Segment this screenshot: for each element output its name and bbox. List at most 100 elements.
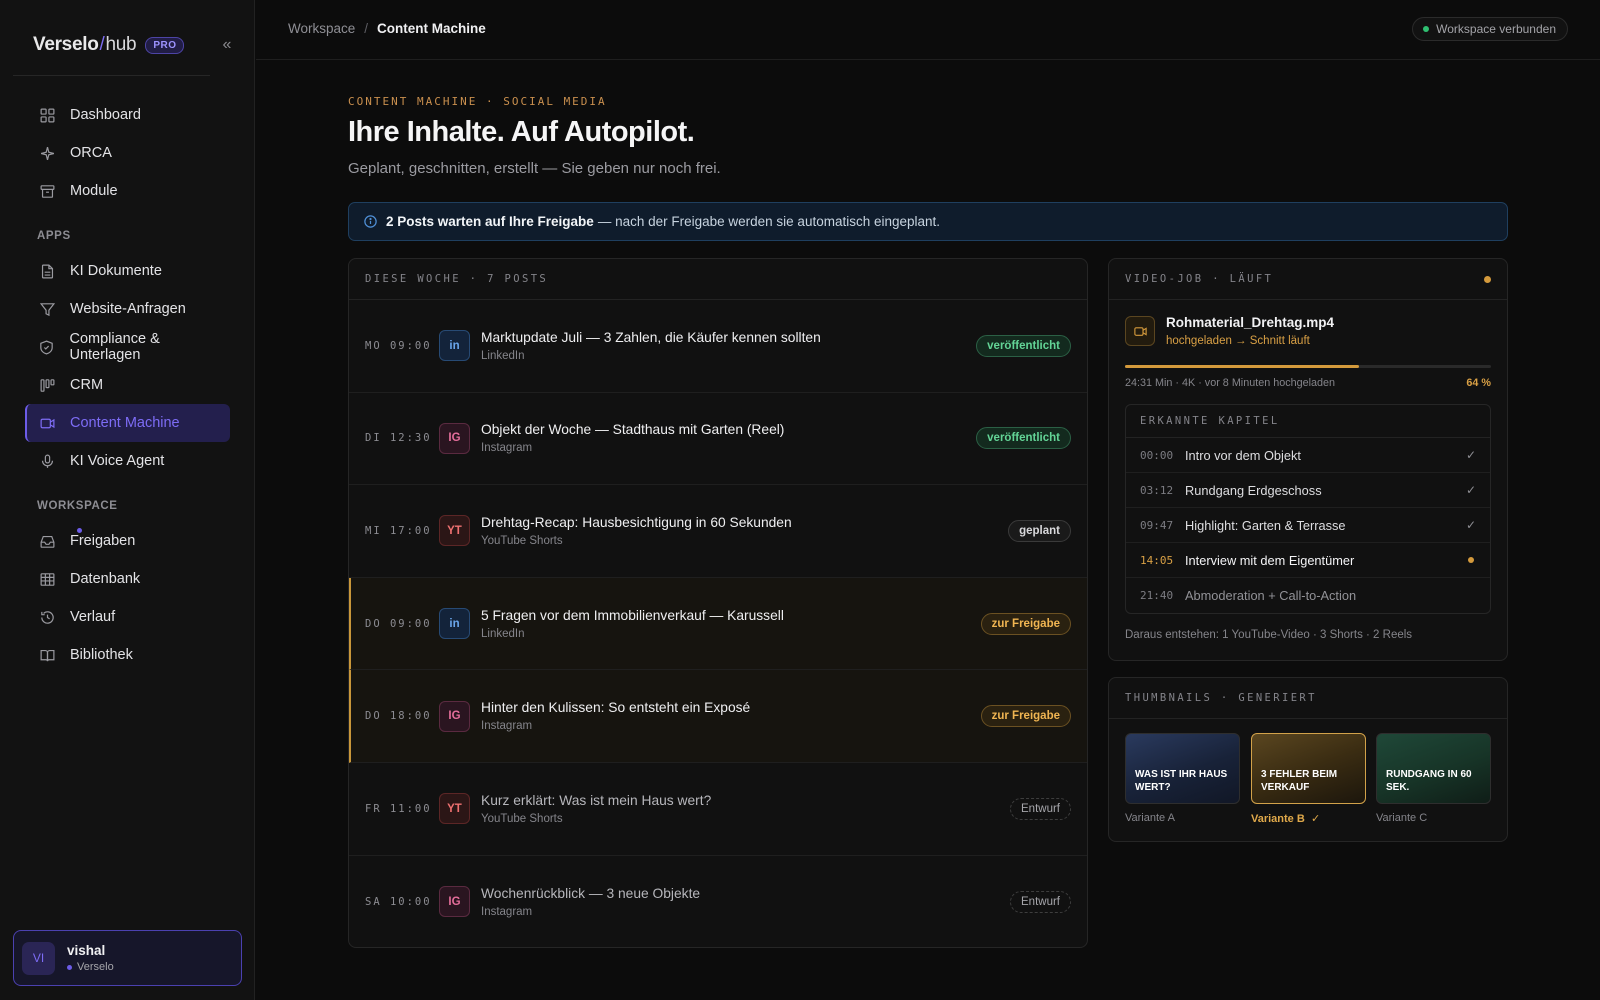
sidebar-item-bibliothek[interactable]: Bibliothek (25, 636, 230, 674)
video-file-name: Rohmaterial_Drehtag.mp4 (1166, 315, 1335, 330)
inbox-icon (38, 532, 56, 550)
check-icon: ✓ (1465, 448, 1476, 462)
thumbnail-variant-b[interactable]: 3 FEHLER BEIM VERKAUF (1251, 733, 1366, 804)
post-title: Drehtag-Recap: Hausbesichtigung in 60 Se… (481, 514, 792, 530)
sidebar-item-ki-voice-agent[interactable]: KI Voice Agent (25, 442, 230, 480)
platform-badge-icon: in (439, 608, 470, 640)
sidebar-item-crm[interactable]: CRM (25, 366, 230, 404)
thumbnail-text: RUNDGANG IN 60 SEK. (1386, 769, 1472, 793)
video-file[interactable]: Rohmaterial_Drehtag.mp4 hochgeladen → Sc… (1125, 315, 1334, 347)
panel-heading: DIESE WOCHE · 7 POSTS (349, 259, 1087, 300)
status-badge[interactable]: veröffentlicht (976, 427, 1071, 450)
video-job-state: hochgeladen → Schnitt läuft (1166, 335, 1310, 347)
approval-info-banner[interactable]: 2 Posts warten auf Ihre Freigabe — nach … (348, 202, 1508, 241)
chapter-row[interactable]: 00:00 Intro vor dem Objekt ✓ (1126, 438, 1490, 473)
thumbnail-label: Variante A (1125, 812, 1175, 824)
sidebar-item-label: Verlauf (70, 609, 116, 625)
banner-strong-text: 2 Posts warten auf Ihre Freigabe (386, 214, 594, 229)
book-icon (38, 646, 56, 664)
brand-logo[interactable]: Verselo / hub PRO (33, 32, 185, 58)
sidebar-item-website-anfragen[interactable]: Website-Anfragen (25, 290, 230, 328)
sidebar-item-orca[interactable]: ORCA (25, 134, 230, 172)
thumbnail-text: 3 FEHLER BEIM VERKAUF (1261, 769, 1338, 793)
post-row[interactable]: DO 09:00 in 5 Fragen vor dem Immobilienver… (349, 577, 1087, 671)
post-time: DO 18:00 (365, 710, 432, 723)
sidebar-item-dashboard[interactable]: Dashboard (25, 96, 230, 134)
brand-slash: / (99, 34, 105, 55)
post-row[interactable]: MI 17:00 YT Drehtag-Recap: Hausbesichtigun… (349, 485, 1087, 578)
status-badge[interactable]: Entwurf (1010, 797, 1071, 820)
breadcrumb-root[interactable]: Workspace (288, 21, 355, 36)
notification-dot (77, 528, 82, 533)
topbar: Workspace / Content Machine Workspace ve… (256, 0, 1600, 60)
chapter-row[interactable]: 09:47 Highlight: Garten & Terrasse ✓ (1126, 508, 1490, 543)
sidebar-item-freigaben[interactable]: Freigaben (25, 522, 230, 560)
user-profile-card[interactable]: VI vishal Verselo (13, 930, 242, 986)
post-meta: Drehtag-Recap: Hausbesichtigung in 60 Se… (481, 515, 1087, 547)
status-badge[interactable]: zur Freigabe (980, 705, 1071, 728)
chapter-time: 14:05 (1140, 553, 1174, 567)
table-icon (38, 570, 56, 588)
sidebar-item-label: Datenbank (70, 571, 141, 587)
status-dot (1423, 26, 1430, 32)
user-meta: vishal Verselo (67, 943, 114, 973)
post-time: MO 09:00 (365, 339, 432, 352)
post-row[interactable]: SA 10:00 IG Wochenrückblick — 3 neue Objek… (349, 856, 1087, 947)
thumbnail-variant-a[interactable]: WAS IST IHR HAUS WERT? (1125, 733, 1240, 804)
status-badge[interactable]: zur Freigabe (980, 612, 1071, 635)
thumbnail-variant-c[interactable]: RUNDGANG IN 60 SEK. (1376, 733, 1491, 804)
post-row[interactable]: FR 11:00 YT Kurz erklärt: Was ist mein Hau… (349, 763, 1087, 856)
post-row[interactable]: DO 18:00 IG Hinter den Kulissen: So entste… (349, 670, 1087, 763)
chapter-time: 21:40 (1140, 589, 1174, 602)
page-subtitle: Geplant, geschnitten, erstellt — Sie geb… (348, 160, 721, 177)
post-time: FR 11:00 (365, 802, 432, 815)
banner-text: — nach der Freigabe werden sie automatis… (597, 214, 941, 229)
chapter-list: 00:00 Intro vor dem Objekt ✓ 03:12 Rundgang … (1126, 438, 1490, 613)
page-title: Ihre Inhalte. Auf Autopilot. (348, 116, 695, 148)
sidebar-item-compliance[interactable]: Compliance & Unterlagen (25, 328, 230, 366)
sidebar-item-ki-dokumente[interactable]: KI Dokumente (25, 252, 230, 290)
chapter-row[interactable]: 21:40 Abmoderation + Call-to-Action (1126, 578, 1490, 613)
check-icon: ✓ (1465, 483, 1476, 497)
post-title: Wochenrückblick — 3 neue Objekte (481, 885, 701, 901)
sidebar-item-label: CRM (70, 377, 104, 393)
sidebar-item-verlauf[interactable]: Verlauf (25, 598, 230, 636)
platform-badge-icon: IG (439, 886, 470, 918)
status-badge[interactable]: Entwurf (1010, 890, 1071, 913)
user-org-name: Verselo (77, 961, 114, 973)
nav-section-apps: APPS (37, 230, 71, 242)
video-progress-fill (1125, 365, 1360, 368)
chapter-row[interactable]: 14:05 Interview mit dem Eigentümer (1126, 543, 1490, 578)
archive-icon (38, 182, 56, 200)
post-row[interactable]: MO 09:00 in Marktupdate Juli — 3 Zahlen, d… (349, 300, 1087, 393)
sidebar-item-content-machine[interactable]: Content Machine (25, 404, 230, 442)
info-icon (363, 214, 378, 229)
chapter-time: 00:00 (1140, 448, 1174, 462)
sidebar-item-label: Bibliothek (70, 647, 133, 663)
chapters-heading: ERKANNTE KAPITEL (1126, 405, 1490, 438)
platform-badge-icon: IG (439, 700, 470, 732)
status-badge[interactable]: veröffentlicht (976, 334, 1071, 357)
chapter-time: 03:12 (1140, 483, 1174, 497)
video-meta: 24:31 Min · 4K · vor 8 Minuten hochgelad… (1125, 377, 1336, 389)
video-file-meta: Rohmaterial_Drehtag.mp4 hochgeladen → Sc… (1166, 315, 1334, 347)
running-indicator (1484, 276, 1491, 283)
post-row[interactable]: DI 12:30 IG Objekt der Woche — Stadthaus m… (349, 393, 1087, 486)
video-file-icon (1125, 316, 1155, 346)
chapter-time: 09:47 (1140, 518, 1174, 532)
chapter-title: Highlight: Garten & Terrasse (1185, 517, 1346, 533)
breadcrumb-current: Content Machine (377, 21, 486, 36)
sidebar-item-module[interactable]: Module (25, 172, 230, 210)
workspace-status-label: Workspace verbunden (1436, 22, 1556, 36)
microphone-icon (38, 452, 56, 470)
post-time: SA 10:00 (365, 895, 432, 908)
collapse-sidebar-icon[interactable]: « (218, 36, 236, 54)
status-badge[interactable]: geplant (1008, 519, 1071, 542)
check-icon: ✓ (1465, 518, 1476, 532)
sidebar-item-label: ORCA (70, 145, 112, 161)
sidebar-item-datenbank[interactable]: Datenbank (25, 560, 230, 598)
video-output-summary: Daraus entstehen: 1 YouTube-Video · 3 Sh… (1125, 629, 1413, 641)
chapter-row[interactable]: 03:12 Rundgang Erdgeschoss ✓ (1126, 473, 1490, 508)
sidebar-item-label: Dashboard (70, 107, 141, 123)
post-platform: YouTube Shorts (481, 534, 563, 547)
